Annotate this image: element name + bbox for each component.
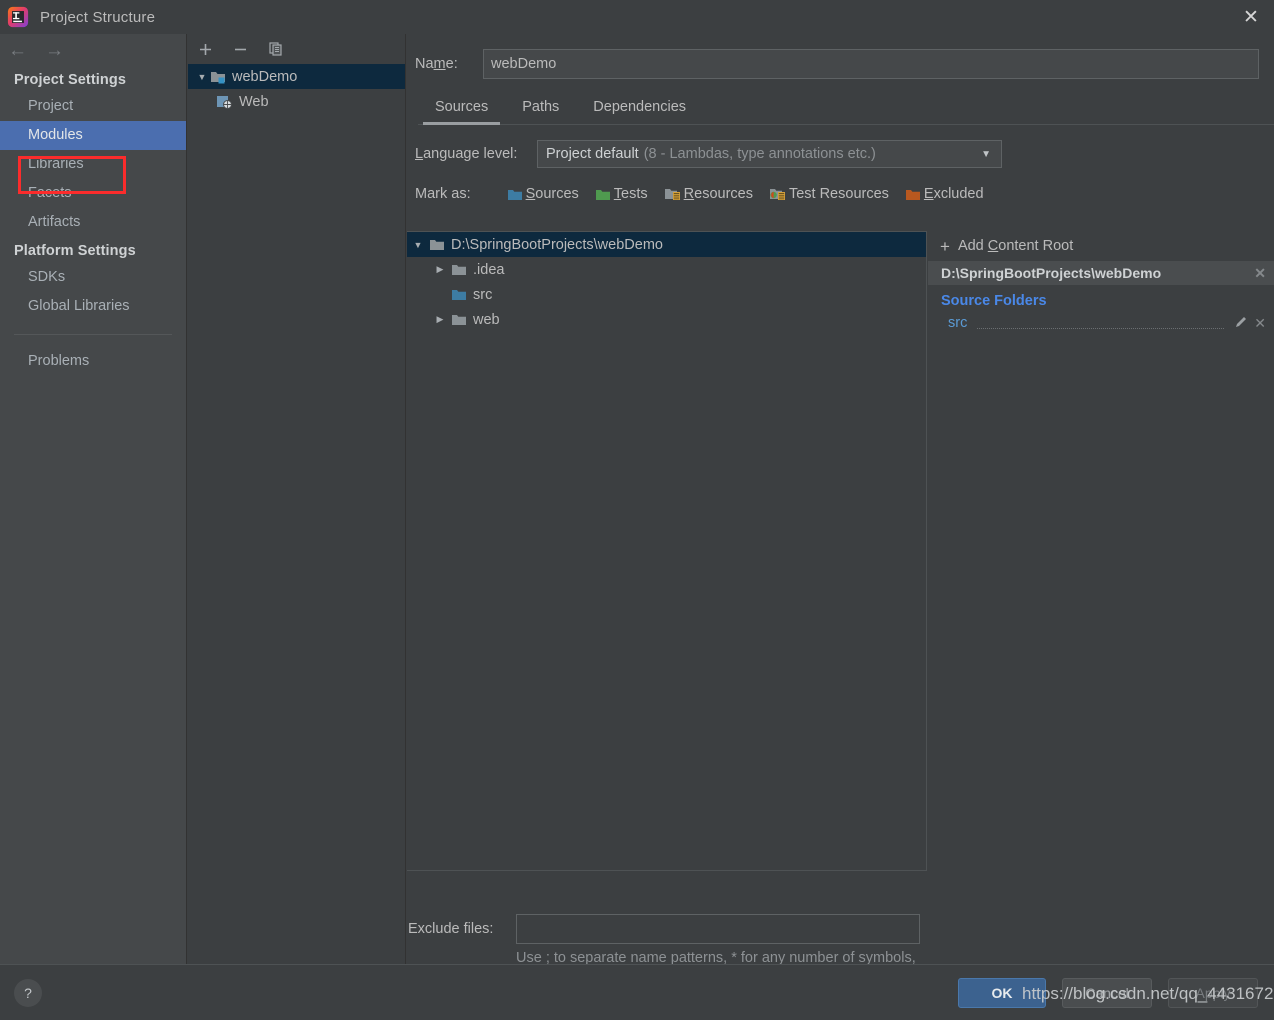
tab-sources[interactable]: Sources (418, 95, 505, 125)
collapse-twisty-icon[interactable]: ▼ (407, 240, 429, 250)
cancel-button[interactable]: Cancel (1062, 978, 1152, 1008)
expand-twisty-icon[interactable]: ▶ (429, 264, 451, 275)
content-roots-panel: + Add Content Root D:\SpringBootProjects… (928, 231, 1274, 871)
sidebar-group-header-platform-settings: Platform Settings (14, 243, 136, 259)
name-label: Name: (415, 56, 458, 72)
module-name-input[interactable] (483, 49, 1259, 79)
sources-folder-icon (451, 288, 467, 301)
file-tree-label: D:\SpringBootProjects\webDemo (451, 236, 663, 253)
content-root-path: D:\SpringBootProjects\webDemo (941, 265, 1162, 281)
ok-button[interactable]: OK (958, 978, 1046, 1008)
close-icon[interactable]: ✕ (1228, 0, 1274, 34)
detail-tabs: Sources Paths Dependencies (418, 95, 1274, 125)
sidebar-item-project[interactable]: Project (0, 92, 186, 121)
name-row: Name: (415, 49, 1259, 79)
sidebar-item-libraries[interactable]: Libraries (0, 150, 186, 179)
folder-icon (429, 238, 445, 251)
sources-split-area: ▼ D:\SpringBootProjects\webDemo ▶ .idea … (407, 231, 1274, 871)
sources-folder-icon (507, 188, 523, 201)
tab-paths[interactable]: Paths (505, 95, 576, 124)
remove-content-root-icon[interactable]: ✕ (1254, 265, 1266, 282)
sidebar-item-sdks[interactable]: SDKs (0, 263, 186, 292)
add-content-root-label: Add Content Root (957, 238, 1074, 254)
excluded-folder-icon (905, 188, 921, 201)
source-folder-leader-dots (977, 317, 1225, 329)
module-tree-label: Web (239, 93, 269, 110)
help-button[interactable]: ? (14, 979, 42, 1007)
module-tree-item-webdemo[interactable]: ▼ webDemo (188, 64, 405, 89)
chevron-down-icon[interactable]: ▼ (981, 149, 991, 160)
mark-as-tests-button[interactable]: Tests (595, 186, 648, 202)
tab-dependencies[interactable]: Dependencies (576, 95, 703, 124)
remove-module-button[interactable] (233, 42, 248, 57)
mark-as-excluded-button[interactable]: Excluded (905, 186, 984, 202)
content-root-file-tree: ▼ D:\SpringBootProjects\webDemo ▶ .idea … (407, 231, 927, 871)
sidebar-item-modules[interactable]: Modules (0, 121, 186, 150)
sidebar-divider (14, 334, 172, 335)
dialog-body: ← → Project Settings Project Modules Lib… (0, 34, 1274, 987)
file-tree-row[interactable]: src (407, 282, 926, 307)
module-folder-icon (210, 70, 226, 84)
mark-as-resources-button[interactable]: Resources (664, 186, 753, 202)
mark-as-sources-button[interactable]: Sources (507, 186, 579, 202)
add-content-root-button[interactable]: + Add Content Root (928, 231, 1274, 261)
mark-as-row: Mark as: Sources Tests Resources Test Re… (415, 186, 1274, 202)
expand-twisty-icon[interactable]: ▶ (429, 314, 451, 325)
apply-button[interactable]: Apply (1168, 978, 1258, 1008)
language-level-value-detail: (8 - Lambdas, type annotations etc.) (643, 146, 876, 162)
exclude-files-label: Exclude files: (408, 921, 494, 937)
mark-as-label-text: Tests (613, 186, 648, 202)
file-tree-label: src (473, 286, 493, 303)
sidebar-item-problems[interactable]: Problems (0, 347, 186, 376)
edit-pencil-icon[interactable] (1234, 315, 1248, 332)
module-tree-label: webDemo (232, 68, 298, 85)
copy-module-button[interactable] (268, 41, 284, 57)
window-title: Project Structure (40, 8, 156, 26)
file-tree-row[interactable]: ▶ .idea (407, 257, 926, 282)
module-list-panel: ▼ webDemo Web (188, 34, 406, 964)
forward-arrow-icon[interactable]: → (45, 41, 64, 60)
language-level-row: Language level: Project default (8 - Lam… (415, 140, 1274, 168)
file-tree-row[interactable]: ▼ D:\SpringBootProjects\webDemo (407, 232, 926, 257)
mark-as-label: Mark as: (415, 186, 471, 202)
content-root-header: D:\SpringBootProjects\webDemo ✕ (928, 261, 1274, 285)
source-folder-name: src (948, 315, 968, 331)
mark-as-label-text: Sources (525, 186, 579, 202)
mark-as-label-text: Excluded (923, 186, 984, 202)
test-resources-folder-icon (769, 187, 786, 201)
file-tree-row[interactable]: ▶ web (407, 307, 926, 332)
sidebar-item-global-libraries[interactable]: Global Libraries (0, 292, 186, 321)
exclude-files-row: Exclude files: (408, 914, 920, 944)
mark-as-test-resources-button[interactable]: Test Resources (769, 186, 889, 202)
file-tree-label: web (473, 311, 500, 328)
sidebar-item-facets[interactable]: Facets (0, 179, 186, 208)
add-module-button[interactable] (198, 42, 213, 57)
web-facet-icon (216, 94, 233, 109)
mark-as-label-text: Test Resources (788, 186, 889, 202)
module-tree-item-web[interactable]: Web (188, 89, 405, 114)
back-arrow-icon[interactable]: ← (8, 41, 27, 60)
folder-icon (451, 313, 467, 326)
tests-folder-icon (595, 188, 611, 201)
sidebar-group-header-project-settings: Project Settings (14, 72, 126, 88)
language-level-select[interactable]: Project default (8 - Lambdas, type annot… (537, 140, 1002, 168)
exclude-files-input[interactable] (516, 914, 920, 944)
folder-icon (451, 263, 467, 276)
language-level-label: Language level: (415, 146, 518, 162)
source-folders-heading: Source Folders (941, 293, 1047, 309)
remove-source-folder-icon[interactable]: ✕ (1254, 315, 1266, 332)
settings-sidebar: ← → Project Settings Project Modules Lib… (0, 34, 187, 964)
sidebar-navigation: ← → (0, 34, 186, 66)
file-tree-label: .idea (473, 261, 505, 278)
source-folder-row[interactable]: src ✕ (928, 312, 1274, 334)
resources-folder-icon (664, 187, 681, 201)
language-level-value: Project default (546, 146, 639, 162)
window-titlebar: Project Structure ✕ (0, 0, 1274, 34)
intellij-idea-logo-icon (7, 6, 29, 28)
expand-twisty-icon[interactable]: ▼ (194, 72, 210, 82)
plus-icon: + (940, 236, 950, 256)
sidebar-item-artifacts[interactable]: Artifacts (0, 208, 186, 237)
module-list-toolbar (188, 34, 405, 64)
mark-as-label-text: Resources (683, 186, 753, 202)
